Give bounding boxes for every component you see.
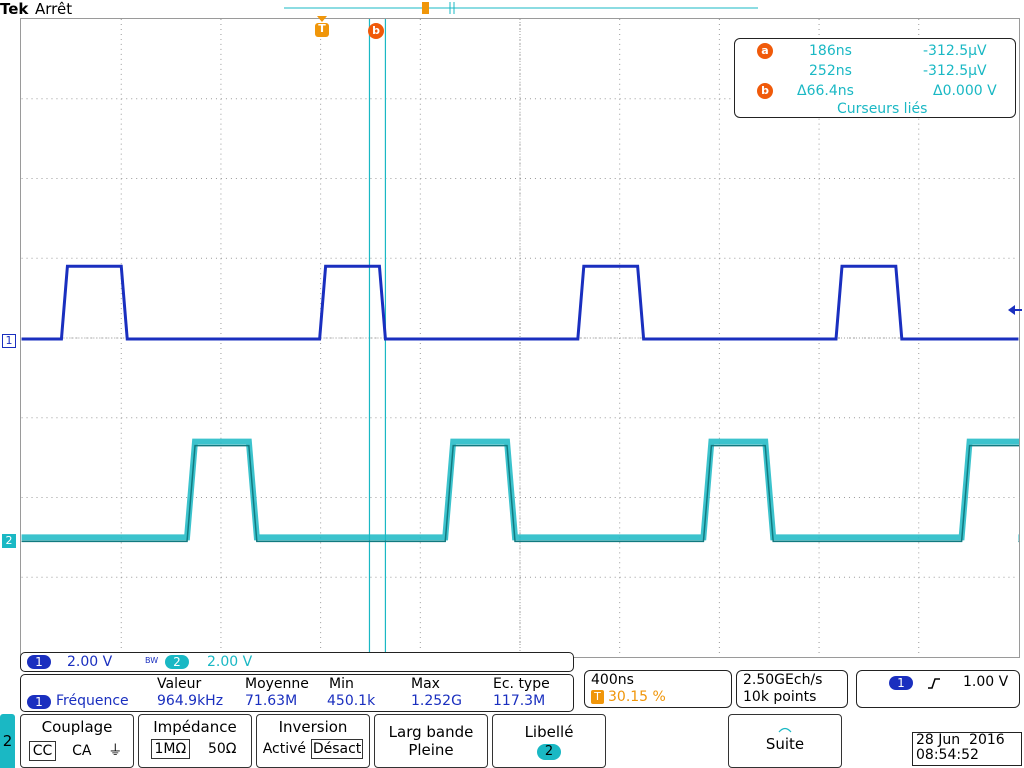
cursor-b-marker-label: b xyxy=(372,24,380,37)
cursor-a-time: 186ns xyxy=(809,43,852,59)
cursor-a-icon: a xyxy=(757,43,773,59)
ch2-badge[interactable]: 2 xyxy=(165,655,189,669)
record-length: 10k points xyxy=(743,689,817,705)
bandwidth-title: Larg bande xyxy=(388,723,474,741)
meas-value: 964.9kHz xyxy=(157,693,224,709)
meas-std: 117.3M xyxy=(493,693,546,709)
meas-header-value: Valeur xyxy=(157,676,202,692)
acquisition-state: Arrêt xyxy=(35,0,73,18)
coupling-title: Couplage xyxy=(41,718,113,736)
cursor-readout: a 186ns -312.5μV 252ns -312.5μV b Δ66.4n… xyxy=(734,38,1016,118)
next-label: Suite xyxy=(765,735,805,753)
sample-rate: 2.50GEch/s xyxy=(743,672,823,688)
ch2-scale[interactable]: 2.00 V xyxy=(207,654,252,670)
record-position-bar[interactable] xyxy=(280,0,760,16)
cursor-b-icon-label: b xyxy=(761,84,769,97)
coupling-ac-option[interactable]: CA xyxy=(69,742,94,760)
cursor-b-value: -312.5μV xyxy=(923,63,987,79)
date: 28 Jun 2016 xyxy=(916,732,1005,748)
meas-channel-badge: 1 xyxy=(27,695,51,709)
meas-mean: 71.63M xyxy=(245,693,298,709)
datetime-display: 28 Jun 2016 08:54:52 xyxy=(912,732,1022,766)
cursor-a-icon-label: a xyxy=(761,44,769,57)
cursor-b-marker[interactable]: b xyxy=(368,23,384,39)
impedance-menu[interactable]: Impédance 1MΩ 50Ω xyxy=(138,714,252,768)
ch1-scale[interactable]: 2.00 V xyxy=(67,654,112,670)
label-value-badge: 2 xyxy=(537,744,561,760)
inversion-menu[interactable]: Inversion Activé Désact xyxy=(256,714,370,768)
meas-header-std: Ec. type xyxy=(493,676,550,692)
ch1-ground-marker[interactable]: 1 xyxy=(2,334,16,348)
ground-icon[interactable]: ⏚ xyxy=(105,739,125,761)
inversion-off-option[interactable]: Désact xyxy=(310,739,364,759)
more-icon xyxy=(778,727,792,733)
acquisition-panel[interactable]: 2.50GEch/s 10k points xyxy=(736,670,848,708)
channel-scale-bar[interactable]: 1 2.00 V BW 2 2.00 V xyxy=(20,652,574,672)
trigger-position-marker[interactable]: T xyxy=(315,16,329,40)
inversion-on-option[interactable]: Activé xyxy=(263,740,306,758)
trigger-position-icon: T xyxy=(591,690,604,704)
meas-min: 450.1k xyxy=(327,693,376,709)
cursor-a-value: -312.5μV xyxy=(923,43,987,59)
timebase-panel[interactable]: 400ns T 30.15 % xyxy=(584,670,732,708)
trigger-panel[interactable]: 1 1.00 V xyxy=(856,670,1020,708)
impedance-50-option[interactable]: 50Ω xyxy=(205,740,240,758)
ch2-waveform xyxy=(21,438,1019,541)
ch2-waveform-envelope xyxy=(21,444,1019,543)
trigger-position-value[interactable]: 30.15 % xyxy=(608,689,666,705)
bandwidth-menu[interactable]: Larg bande Pleine xyxy=(374,714,488,768)
cursor-b-icon: b xyxy=(757,83,773,99)
inversion-title: Inversion xyxy=(278,718,348,736)
ch2-ground-marker[interactable]: 2 xyxy=(2,534,16,548)
timebase-scale[interactable]: 400ns xyxy=(591,672,634,688)
trigger-marker-label: T xyxy=(318,22,326,35)
coupling-menu[interactable]: Couplage CC CA ⏚ xyxy=(20,714,134,768)
trigger-source-badge: 1 xyxy=(889,676,913,690)
bandwidth-limit-icon: BW xyxy=(145,656,159,665)
bandwidth-value: Pleine xyxy=(408,741,454,759)
trigger-level[interactable]: 1.00 V xyxy=(963,674,1008,690)
ch1-badge[interactable]: 1 xyxy=(27,655,51,669)
meas-label: Fréquence xyxy=(56,693,129,709)
impedance-1m-option[interactable]: 1MΩ xyxy=(150,739,191,759)
trigger-level-marker[interactable] xyxy=(1008,304,1022,316)
cursor-mode: Curseurs liés xyxy=(837,101,928,117)
cursor-b-time: 252ns xyxy=(809,63,852,79)
label-title: Libellé xyxy=(524,723,574,741)
impedance-title: Impédance xyxy=(153,718,237,736)
meas-max: 1.252G xyxy=(411,693,462,709)
brand-logo: Tek xyxy=(0,0,29,18)
meas-header-max: Max xyxy=(411,676,440,692)
label-menu[interactable]: Libellé 2 xyxy=(492,714,606,768)
cursor-delta-time: Δ66.4ns xyxy=(797,83,854,99)
measurement-panel[interactable]: Valeur Moyenne Min Max Ec. type 1 Fréque… xyxy=(20,674,574,712)
record-trigger-marker xyxy=(422,2,429,14)
next-menu-button[interactable]: Suite xyxy=(728,714,842,768)
cursor-delta-value: Δ0.000 V xyxy=(933,83,997,99)
rising-edge-icon xyxy=(928,678,940,689)
coupling-dc-option[interactable]: CC xyxy=(28,741,57,761)
menu-channel-tab: 2 xyxy=(0,714,15,768)
meas-header-min: Min xyxy=(329,676,354,692)
meas-header-mean: Moyenne xyxy=(245,676,309,692)
time: 08:54:52 xyxy=(916,747,979,763)
